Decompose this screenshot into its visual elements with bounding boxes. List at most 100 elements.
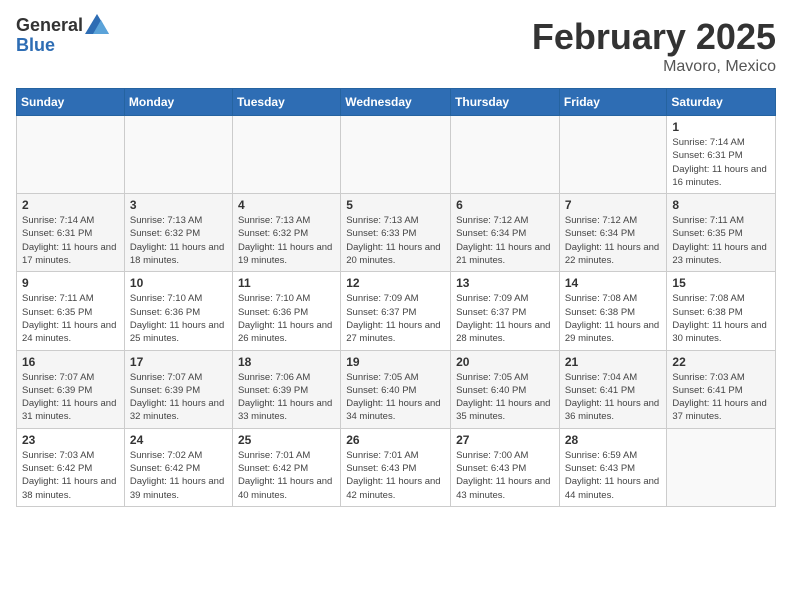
day-info: Sunrise: 7:09 AM Sunset: 6:37 PM Dayligh…: [456, 292, 554, 345]
calendar-week-1: 2 Sunrise: 7:14 AM Sunset: 6:31 PM Daylig…: [17, 194, 776, 272]
calendar-header-wednesday: Wednesday: [341, 89, 451, 116]
day-info: Sunrise: 7:04 AM Sunset: 6:41 PM Dayligh…: [565, 371, 662, 424]
calendar-cell: 14Sunrise: 7:08 AM Sunset: 6:38 PM Dayli…: [559, 272, 667, 350]
calendar-cell: 10 Sunrise: 7:10 AM Sunset: 6:36 PM Dayli…: [124, 272, 232, 350]
logo: General Blue: [16, 16, 109, 56]
day-info: Sunrise: 7:07 AM Sunset: 6:39 PM Dayligh…: [130, 371, 227, 424]
day-number: 26: [346, 433, 445, 447]
day-number: 18: [238, 355, 335, 369]
day-info: Sunrise: 7:14 AM Sunset: 6:31 PM Dayligh…: [22, 214, 119, 267]
calendar-cell: 24 Sunrise: 7:02 AM Sunset: 6:42 PM Dayli…: [124, 428, 232, 506]
calendar-cell: 1 Sunrise: 7:14 AM Sunset: 6:31 PM Daylig…: [667, 116, 776, 194]
calendar-header-tuesday: Tuesday: [232, 89, 340, 116]
day-number: 21: [565, 355, 662, 369]
calendar-cell: [124, 116, 232, 194]
logo-icon: [85, 14, 109, 34]
day-info: Sunrise: 7:05 AM Sunset: 6:40 PM Dayligh…: [346, 371, 445, 424]
day-info: Sunrise: 7:09 AM Sunset: 6:37 PM Dayligh…: [346, 292, 445, 345]
day-number: 20: [456, 355, 554, 369]
calendar-cell: 26Sunrise: 7:01 AM Sunset: 6:43 PM Dayli…: [341, 428, 451, 506]
calendar-cell: [17, 116, 125, 194]
day-number: 7: [565, 198, 662, 212]
calendar-cell: [451, 116, 560, 194]
day-number: 28: [565, 433, 662, 447]
day-info: Sunrise: 7:14 AM Sunset: 6:31 PM Dayligh…: [672, 136, 770, 189]
location: Mavoro, Mexico: [532, 58, 776, 76]
day-number: 25: [238, 433, 335, 447]
day-info: Sunrise: 7:10 AM Sunset: 6:36 PM Dayligh…: [238, 292, 335, 345]
calendar-header-thursday: Thursday: [451, 89, 560, 116]
calendar-cell: 23Sunrise: 7:03 AM Sunset: 6:42 PM Dayli…: [17, 428, 125, 506]
day-number: 22: [672, 355, 770, 369]
day-info: Sunrise: 7:06 AM Sunset: 6:39 PM Dayligh…: [238, 371, 335, 424]
day-number: 2: [22, 198, 119, 212]
calendar-cell: 11 Sunrise: 7:10 AM Sunset: 6:36 PM Dayli…: [232, 272, 340, 350]
day-info: Sunrise: 7:11 AM Sunset: 6:35 PM Dayligh…: [22, 292, 119, 345]
calendar-week-0: 1 Sunrise: 7:14 AM Sunset: 6:31 PM Daylig…: [17, 116, 776, 194]
calendar-cell: 5Sunrise: 7:13 AM Sunset: 6:33 PM Daylig…: [341, 194, 451, 272]
month-title: February 2025: [532, 16, 776, 58]
calendar-cell: 18 Sunrise: 7:06 AM Sunset: 6:39 PM Dayli…: [232, 350, 340, 428]
day-info: Sunrise: 7:12 AM Sunset: 6:34 PM Dayligh…: [456, 214, 554, 267]
day-info: Sunrise: 7:10 AM Sunset: 6:36 PM Dayligh…: [130, 292, 227, 345]
day-info: Sunrise: 7:13 AM Sunset: 6:33 PM Dayligh…: [346, 214, 445, 267]
day-number: 1: [672, 120, 770, 134]
day-number: 4: [238, 198, 335, 212]
calendar-cell: 6 Sunrise: 7:12 AM Sunset: 6:34 PM Daylig…: [451, 194, 560, 272]
day-number: 24: [130, 433, 227, 447]
calendar-cell: [667, 428, 776, 506]
day-number: 17: [130, 355, 227, 369]
day-info: Sunrise: 7:12 AM Sunset: 6:34 PM Dayligh…: [565, 214, 662, 267]
day-info: Sunrise: 7:13 AM Sunset: 6:32 PM Dayligh…: [130, 214, 227, 267]
calendar-cell: 9 Sunrise: 7:11 AM Sunset: 6:35 PM Daylig…: [17, 272, 125, 350]
title-block: February 2025 Mavoro, Mexico: [532, 16, 776, 76]
calendar-header-saturday: Saturday: [667, 89, 776, 116]
calendar-cell: 12 Sunrise: 7:09 AM Sunset: 6:37 PM Dayli…: [341, 272, 451, 350]
day-info: Sunrise: 6:59 AM Sunset: 6:43 PM Dayligh…: [565, 449, 662, 502]
day-number: 8: [672, 198, 770, 212]
logo-blue-text: Blue: [16, 36, 109, 56]
day-number: 11: [238, 276, 335, 290]
calendar-cell: 15 Sunrise: 7:08 AM Sunset: 6:38 PM Dayli…: [667, 272, 776, 350]
calendar-cell: 20 Sunrise: 7:05 AM Sunset: 6:40 PM Dayli…: [451, 350, 560, 428]
calendar-cell: 4 Sunrise: 7:13 AM Sunset: 6:32 PM Daylig…: [232, 194, 340, 272]
calendar-header-friday: Friday: [559, 89, 667, 116]
day-info: Sunrise: 7:01 AM Sunset: 6:42 PM Dayligh…: [238, 449, 335, 502]
day-number: 27: [456, 433, 554, 447]
calendar-cell: 22 Sunrise: 7:03 AM Sunset: 6:41 PM Dayli…: [667, 350, 776, 428]
day-info: Sunrise: 7:08 AM Sunset: 6:38 PM Dayligh…: [672, 292, 770, 345]
calendar-cell: 25 Sunrise: 7:01 AM Sunset: 6:42 PM Dayli…: [232, 428, 340, 506]
calendar-cell: 3Sunrise: 7:13 AM Sunset: 6:32 PM Daylig…: [124, 194, 232, 272]
day-info: Sunrise: 7:05 AM Sunset: 6:40 PM Dayligh…: [456, 371, 554, 424]
calendar-cell: 2 Sunrise: 7:14 AM Sunset: 6:31 PM Daylig…: [17, 194, 125, 272]
day-number: 14: [565, 276, 662, 290]
calendar-header-row: SundayMondayTuesdayWednesdayThursdayFrid…: [17, 89, 776, 116]
calendar-cell: 13 Sunrise: 7:09 AM Sunset: 6:37 PM Dayli…: [451, 272, 560, 350]
calendar-cell: 21 Sunrise: 7:04 AM Sunset: 6:41 PM Dayli…: [559, 350, 667, 428]
calendar-header-sunday: Sunday: [17, 89, 125, 116]
day-info: Sunrise: 7:00 AM Sunset: 6:43 PM Dayligh…: [456, 449, 554, 502]
calendar-table: SundayMondayTuesdayWednesdayThursdayFrid…: [16, 88, 776, 507]
day-number: 15: [672, 276, 770, 290]
day-number: 16: [22, 355, 119, 369]
calendar-cell: 17 Sunrise: 7:07 AM Sunset: 6:39 PM Dayli…: [124, 350, 232, 428]
calendar-cell: [341, 116, 451, 194]
calendar-week-4: 23Sunrise: 7:03 AM Sunset: 6:42 PM Dayli…: [17, 428, 776, 506]
day-number: 10: [130, 276, 227, 290]
day-number: 13: [456, 276, 554, 290]
day-number: 12: [346, 276, 445, 290]
day-info: Sunrise: 7:11 AM Sunset: 6:35 PM Dayligh…: [672, 214, 770, 267]
day-number: 6: [456, 198, 554, 212]
calendar-cell: 8 Sunrise: 7:11 AM Sunset: 6:35 PM Daylig…: [667, 194, 776, 272]
day-info: Sunrise: 7:13 AM Sunset: 6:32 PM Dayligh…: [238, 214, 335, 267]
calendar-cell: 27 Sunrise: 7:00 AM Sunset: 6:43 PM Dayli…: [451, 428, 560, 506]
day-info: Sunrise: 7:02 AM Sunset: 6:42 PM Dayligh…: [130, 449, 227, 502]
day-info: Sunrise: 7:07 AM Sunset: 6:39 PM Dayligh…: [22, 371, 119, 424]
day-number: 23: [22, 433, 119, 447]
calendar-cell: 16 Sunrise: 7:07 AM Sunset: 6:39 PM Dayli…: [17, 350, 125, 428]
calendar-header-monday: Monday: [124, 89, 232, 116]
calendar-week-2: 9 Sunrise: 7:11 AM Sunset: 6:35 PM Daylig…: [17, 272, 776, 350]
day-info: Sunrise: 7:03 AM Sunset: 6:41 PM Dayligh…: [672, 371, 770, 424]
calendar-cell: 28 Sunrise: 6:59 AM Sunset: 6:43 PM Dayli…: [559, 428, 667, 506]
day-number: 9: [22, 276, 119, 290]
